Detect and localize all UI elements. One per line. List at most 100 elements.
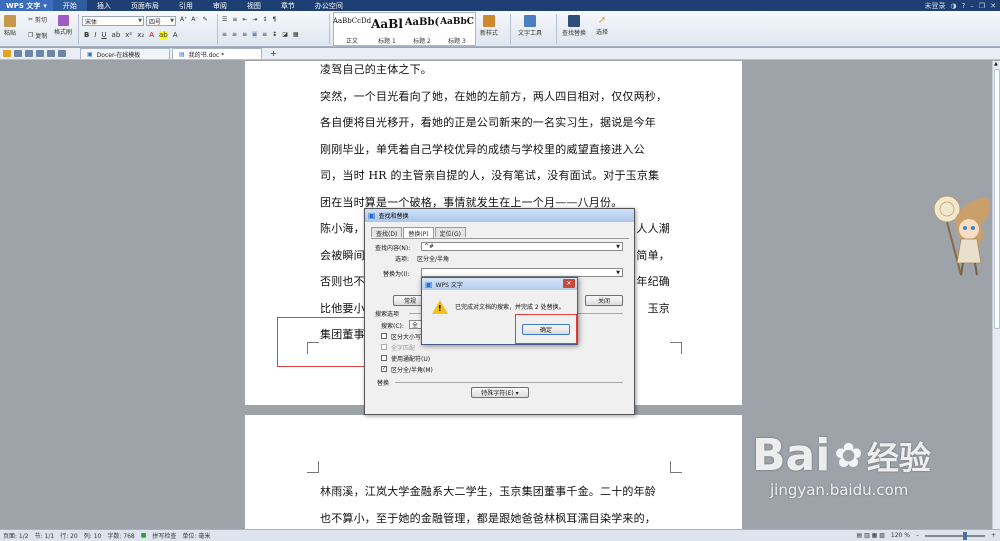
undo-icon[interactable] (47, 50, 55, 57)
distribute-icon[interactable]: ≡ (262, 31, 267, 38)
scroll-up-icon[interactable]: ▲ (994, 61, 998, 67)
format-painter-button[interactable]: 格式刷 (54, 15, 72, 36)
width-checkbox[interactable]: ✓ (381, 366, 387, 372)
grow-font-icon[interactable]: A⁺ (180, 16, 187, 23)
restore-icon[interactable]: ❐ (979, 2, 985, 10)
match-case-checkbox[interactable] (381, 333, 387, 339)
redo-icon[interactable] (58, 50, 66, 57)
superscript-icon[interactable]: x² (125, 31, 132, 39)
outdent-icon[interactable]: ⇤ (242, 16, 247, 23)
font-select[interactable]: 宋体 ▼ (82, 16, 144, 26)
italic-icon[interactable]: I (94, 31, 96, 39)
status-words[interactable]: 字数: 768 (107, 531, 134, 540)
align-right-icon[interactable]: ≡ (242, 31, 247, 38)
style-heading-3[interactable]: AaBbC 标题 3 (440, 15, 474, 47)
find-value: ^# (424, 243, 435, 250)
open-icon[interactable] (3, 50, 11, 57)
zoom-level[interactable]: 120 % (891, 532, 910, 539)
zoom-slider-thumb[interactable] (962, 531, 967, 540)
shading-icon[interactable]: ◪ (282, 31, 288, 38)
search-value: 全 (412, 322, 419, 329)
new-style-button[interactable]: 新样式 (480, 15, 498, 37)
paste-button[interactable]: 粘贴 (4, 15, 16, 37)
select-button[interactable]: ➚ 选择 (596, 15, 608, 36)
login-link[interactable]: 未登录 (925, 1, 946, 11)
close-icon[interactable]: ✕ (563, 279, 575, 288)
vertical-scrollbar[interactable]: ▲ (992, 61, 1000, 529)
style-normal[interactable]: AaBbCcDd 正文 (333, 15, 371, 47)
borders-icon[interactable]: ▦ (293, 31, 299, 38)
find-replace-button[interactable]: 查找替换 (562, 15, 586, 37)
close-button[interactable]: 关闭 (585, 295, 623, 306)
tab-office-space[interactable]: 办公空间 (305, 0, 353, 11)
bold-icon[interactable]: B (84, 31, 89, 39)
sort-icon[interactable]: ↕ (262, 16, 267, 23)
tab-insert[interactable]: 插入 (87, 0, 121, 11)
line-spacing-icon[interactable]: ↨ (272, 31, 277, 38)
align-center-icon[interactable]: ≡ (232, 31, 237, 38)
scrollbar-thumb[interactable] (994, 69, 1000, 329)
tab-find[interactable]: 查找(D) (371, 227, 403, 238)
help-icon[interactable]: ? (962, 2, 966, 10)
preview-icon[interactable] (36, 50, 44, 57)
align-left-icon[interactable]: ≡ (222, 31, 227, 38)
tab-references[interactable]: 引用 (169, 0, 203, 11)
print-icon[interactable] (25, 50, 33, 57)
tab-label: 我的书.doc * (188, 51, 225, 59)
tab-docer-templates[interactable]: ▣ Docer-在线模板 (80, 48, 170, 59)
save-icon[interactable] (14, 50, 22, 57)
skin-icon[interactable]: ◑ (951, 2, 957, 10)
tab-page-layout[interactable]: 页面布局 (121, 0, 169, 11)
style-heading-2[interactable]: AaBb( 标题 2 (405, 15, 439, 47)
list-group: ☰ ≡ ⇤ ⇥ ↕ ¶ (222, 16, 276, 23)
subscript-icon[interactable]: x₂ (137, 31, 144, 39)
status-spell-check[interactable]: 拼写检查 (152, 531, 176, 540)
wildcard-checkbox[interactable] (381, 355, 387, 361)
tab-document[interactable]: ▤ 我的书.doc * (172, 48, 262, 59)
tab-review[interactable]: 审阅 (203, 0, 237, 11)
find-input[interactable]: ^# ▼ (421, 242, 623, 251)
zoom-out-icon[interactable]: – (916, 532, 919, 539)
watermark-brand: Bai (752, 430, 831, 481)
close-icon[interactable]: ✕ (990, 2, 996, 10)
shrink-font-icon[interactable]: A⁻ (191, 16, 198, 23)
style-sample: AaBbC (440, 17, 474, 27)
replace-input[interactable]: ▼ (421, 268, 623, 277)
show-marks-icon[interactable]: ¶ (273, 16, 277, 23)
strikethrough-icon[interactable]: ab (112, 31, 121, 39)
bullet-list-icon[interactable]: ☰ (222, 16, 227, 23)
new-tab-button[interactable]: + (264, 48, 283, 59)
status-page[interactable]: 页面: 1/2 (3, 531, 29, 540)
numbered-list-icon[interactable]: ≡ (232, 16, 237, 23)
options-label: 选项: (395, 256, 410, 263)
clear-format-icon[interactable]: ✎ (203, 16, 208, 23)
font-size-select[interactable]: 四号 ▼ (146, 16, 176, 26)
style-heading-1[interactable]: AaBl 标题 1 (370, 15, 404, 47)
text-tools-button[interactable]: 文字工具 (518, 15, 542, 37)
status-unit: 单位: 毫米 (182, 533, 211, 540)
underline-icon[interactable]: U (101, 31, 106, 39)
tab-view[interactable]: 视图 (237, 0, 271, 11)
copy-button[interactable]: ❐ 复制 (28, 31, 47, 40)
margin-corner-mark (307, 461, 319, 473)
brush-icon (57, 15, 69, 26)
char-border-icon[interactable]: A (173, 31, 178, 39)
special-characters-button[interactable]: 特殊字符(E) ▾ (471, 387, 529, 398)
tab-goto[interactable]: 定位(G) (434, 227, 466, 238)
ribbon-divider (556, 14, 557, 44)
justify-icon[interactable]: ≡ (252, 31, 258, 38)
tab-label: Docer-在线模板 (96, 51, 141, 59)
mascot-illustration[interactable] (925, 189, 992, 279)
tab-chapter[interactable]: 章节 (271, 0, 305, 11)
cut-button[interactable]: ✂ 剪切 (28, 15, 47, 24)
indent-icon[interactable]: ⇥ (252, 16, 257, 23)
minimize-icon[interactable]: – (970, 2, 974, 10)
zoom-in-icon[interactable]: + (991, 532, 1000, 539)
font-color-icon[interactable]: A (149, 31, 154, 39)
tab-replace[interactable]: 替换(P) (403, 227, 434, 238)
app-menu-button[interactable]: WPS 文字 ▾ (0, 0, 53, 11)
tab-home[interactable]: 开始 (52, 0, 87, 11)
highlight-icon[interactable]: ab (158, 31, 168, 39)
search-label: 搜索(C): (381, 323, 404, 330)
zoom-slider[interactable] (924, 531, 985, 540)
